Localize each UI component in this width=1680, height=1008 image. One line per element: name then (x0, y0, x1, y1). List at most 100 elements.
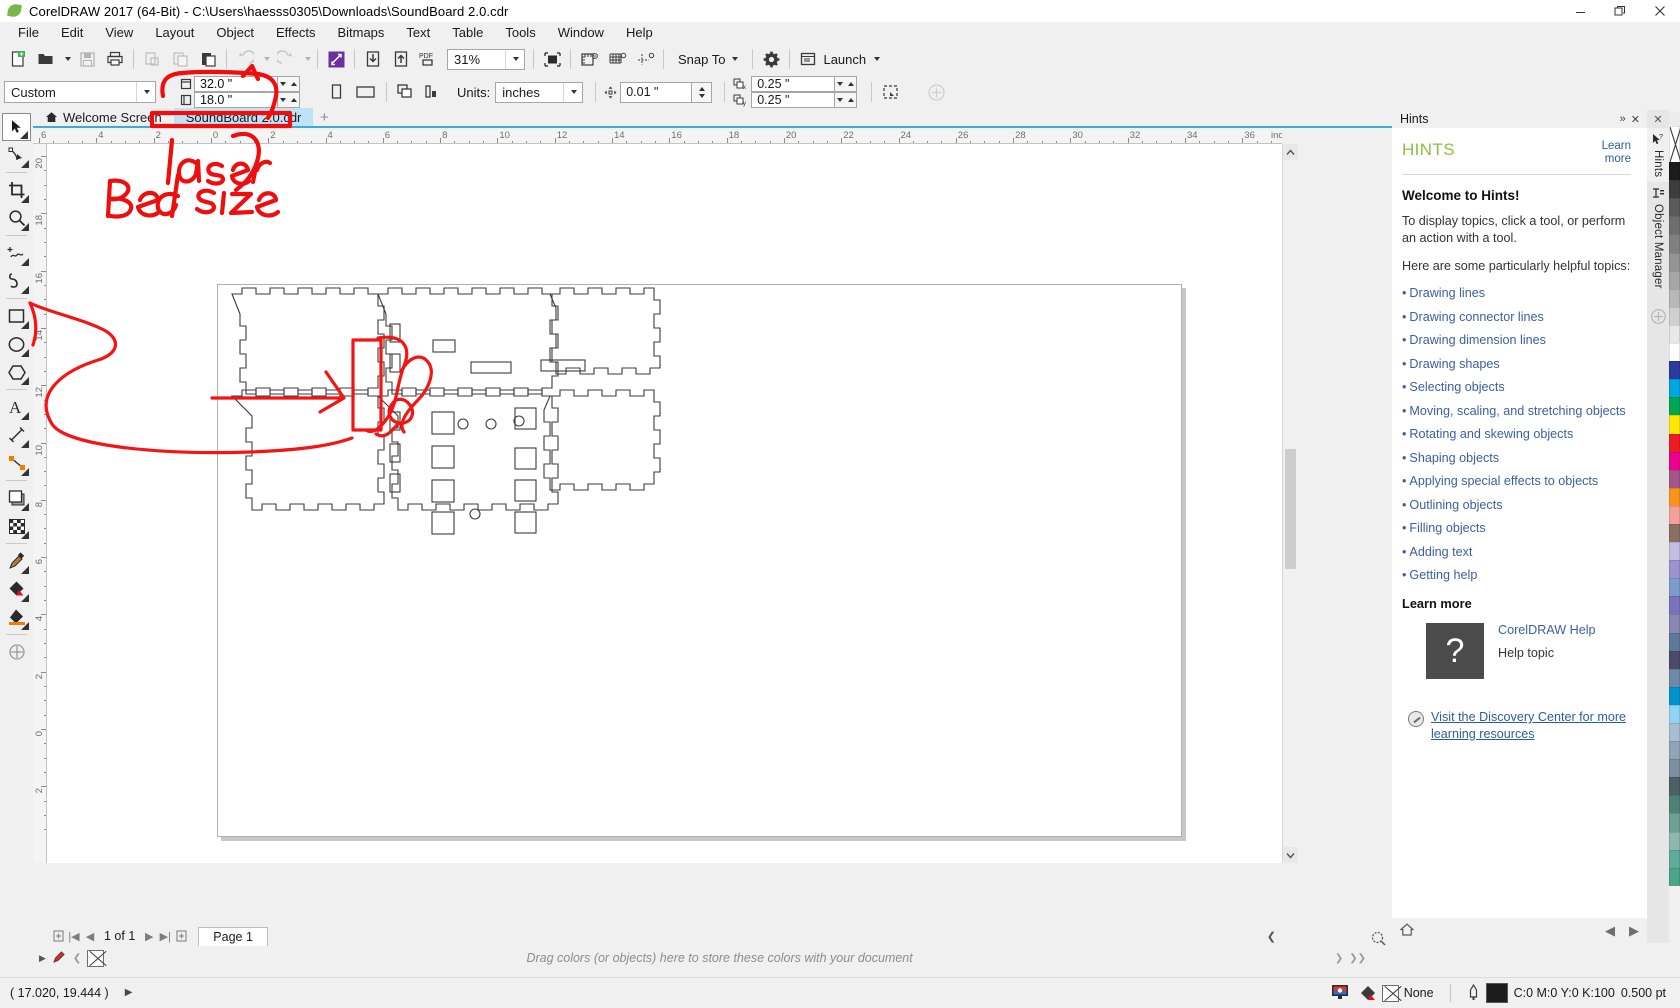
zoom-tool[interactable] (2, 204, 31, 232)
page-tab-page1[interactable]: Page 1 (198, 926, 268, 946)
edit-page-boundary-icon[interactable] (876, 79, 904, 105)
paste-icon[interactable] (194, 46, 222, 72)
hint-topic-drawing-connector-lines[interactable]: • Drawing connector lines (1402, 310, 1631, 324)
palette-color-swatch[interactable] (1669, 560, 1680, 579)
palette-color-swatch[interactable] (1669, 777, 1680, 796)
new-doc-icon[interactable] (4, 46, 32, 72)
pdf-icon[interactable]: PDF (415, 46, 443, 72)
duplicate-y-stepper[interactable] (835, 92, 858, 108)
nudge-stepper[interactable] (692, 81, 713, 103)
options-gear-icon[interactable] (757, 46, 785, 72)
menu-layout[interactable]: Layout (144, 23, 205, 43)
zoom-level-combo[interactable]: 31% (447, 48, 525, 70)
zoom-to-fit-button[interactable] (1370, 930, 1386, 946)
palette-color-swatch[interactable] (1669, 614, 1680, 633)
polygon-tool[interactable] (2, 358, 31, 386)
drawing-canvas[interactable] (47, 144, 1282, 863)
outline-indicator[interactable]: C:0 M:0 Y:0 K:100 0.500 pt (1467, 983, 1666, 1003)
all-pages-icon[interactable] (391, 79, 419, 105)
palette-color-swatch[interactable] (1669, 397, 1680, 416)
palette-color-swatch[interactable] (1669, 686, 1680, 705)
save-disk-icon[interactable] (73, 46, 101, 72)
palette-color-swatch[interactable] (1669, 831, 1680, 850)
docker-home-icon[interactable] (1399, 922, 1415, 939)
horizontal-ruler[interactable]: 642024681012141618202224262830323436inch… (33, 130, 1282, 144)
menu-bitmaps[interactable]: Bitmaps (326, 23, 395, 43)
laser-cut-artwork[interactable] (47, 144, 1282, 863)
pick-tool[interactable] (2, 113, 31, 141)
palette-color-swatch[interactable] (1669, 650, 1680, 669)
drop-shadow-tool[interactable] (2, 484, 31, 512)
smart-fill-tool[interactable] (2, 603, 31, 631)
palette-color-swatch[interactable] (1669, 596, 1680, 615)
minimize-button[interactable] (1560, 0, 1600, 22)
docker-next-icon[interactable]: ▶ (1629, 923, 1639, 939)
menu-object[interactable]: Object (205, 23, 265, 43)
redo-dropdown-icon[interactable] (300, 46, 313, 72)
crop-tool[interactable] (2, 176, 31, 204)
menu-effects[interactable]: Effects (265, 23, 327, 43)
straight-line-connector-tool[interactable] (2, 449, 31, 477)
palette-color-swatch[interactable] (1669, 343, 1680, 362)
discovery-center-link[interactable]: Visit the Discovery Center for more lear… (1431, 709, 1631, 743)
palette-color-swatch[interactable] (1669, 813, 1680, 832)
units-chevron-down-icon[interactable] (563, 82, 583, 102)
palette-eyedropper-icon[interactable] (52, 949, 67, 967)
palette-color-swatch[interactable] (1669, 451, 1680, 470)
guidelines-icon[interactable] (631, 46, 659, 72)
autofit-icon[interactable] (419, 79, 447, 105)
export-up-icon[interactable] (387, 46, 415, 72)
redo-arrow-icon[interactable] (272, 46, 300, 72)
open-dropdown-icon[interactable] (60, 46, 73, 72)
palette-color-swatch[interactable] (1669, 361, 1680, 380)
color-eyedropper-tool[interactable] (2, 547, 31, 575)
page-height-stepper[interactable] (278, 92, 300, 108)
palette-color-swatch[interactable] (1669, 759, 1680, 778)
menu-file[interactable]: File (7, 23, 50, 43)
page-width-stepper[interactable] (278, 76, 300, 92)
hint-topic-drawing-shapes[interactable]: • Drawing shapes (1402, 357, 1631, 371)
color-proof-icon[interactable] (1330, 983, 1350, 1004)
duplicate-y-input[interactable]: 0.25 " (751, 92, 836, 108)
units-combo[interactable]: inches (495, 81, 584, 103)
grid-icon[interactable] (603, 46, 631, 72)
interactive-fill-tool[interactable] (2, 575, 31, 603)
status-expand-icon[interactable]: ▶ (125, 987, 133, 998)
fill-color-indicator[interactable]: None (1360, 984, 1434, 1002)
rulers-icon[interactable] (575, 46, 603, 72)
shape-tool[interactable] (2, 141, 31, 169)
docker-close-icon[interactable]: ✕ (1631, 113, 1640, 126)
palette-expand-icon[interactable]: ▶ (39, 953, 46, 964)
snap-to-button[interactable]: Snap To (668, 52, 748, 67)
hint-topic-rotating-skewing[interactable]: • Rotating and skewing objects (1402, 427, 1631, 441)
palette-color-swatch[interactable] (1669, 487, 1680, 506)
hint-topic-special-effects[interactable]: • Applying special effects to objects (1402, 474, 1631, 488)
hint-topic-drawing-lines[interactable]: • Drawing lines (1402, 286, 1631, 300)
palette-color-swatch[interactable] (1669, 578, 1680, 597)
hint-topic-outlining-objects[interactable]: • Outlining objects (1402, 498, 1631, 512)
tab-soundboard-document[interactable]: SoundBoard 2.0.cdr (173, 108, 314, 126)
import-down-icon[interactable] (359, 46, 387, 72)
palette-color-swatch[interactable] (1669, 867, 1680, 886)
palette-color-swatch[interactable] (1669, 505, 1680, 524)
hint-topic-filling-objects[interactable]: • Filling objects (1402, 521, 1631, 535)
palette-scroll-up[interactable] (1669, 112, 1680, 126)
palette-color-swatch[interactable] (1669, 632, 1680, 651)
corel-connect-icon[interactable] (322, 46, 350, 72)
page-height-input[interactable]: 18.0 " (194, 92, 278, 108)
add-page-after-icon[interactable] (174, 928, 188, 944)
menu-window[interactable]: Window (547, 23, 615, 43)
menu-text[interactable]: Text (395, 23, 441, 43)
nudge-distance-input[interactable]: 0.01 " (620, 81, 693, 103)
palette-color-swatch[interactable] (1669, 162, 1680, 181)
palette-color-swatch[interactable] (1669, 180, 1680, 199)
first-page-button[interactable]: |◀ (67, 928, 81, 944)
add-tab-button[interactable]: + (313, 108, 335, 126)
palette-color-swatch[interactable] (1669, 523, 1680, 543)
text-tool[interactable]: A (2, 393, 31, 421)
palette-color-swatch[interactable] (1669, 288, 1680, 307)
hint-topic-selecting-objects[interactable]: • Selecting objects (1402, 380, 1631, 394)
scroll-down-button[interactable] (1283, 847, 1298, 863)
zoom-dropdown-icon[interactable] (505, 49, 524, 69)
palette-color-swatch[interactable] (1669, 216, 1680, 235)
